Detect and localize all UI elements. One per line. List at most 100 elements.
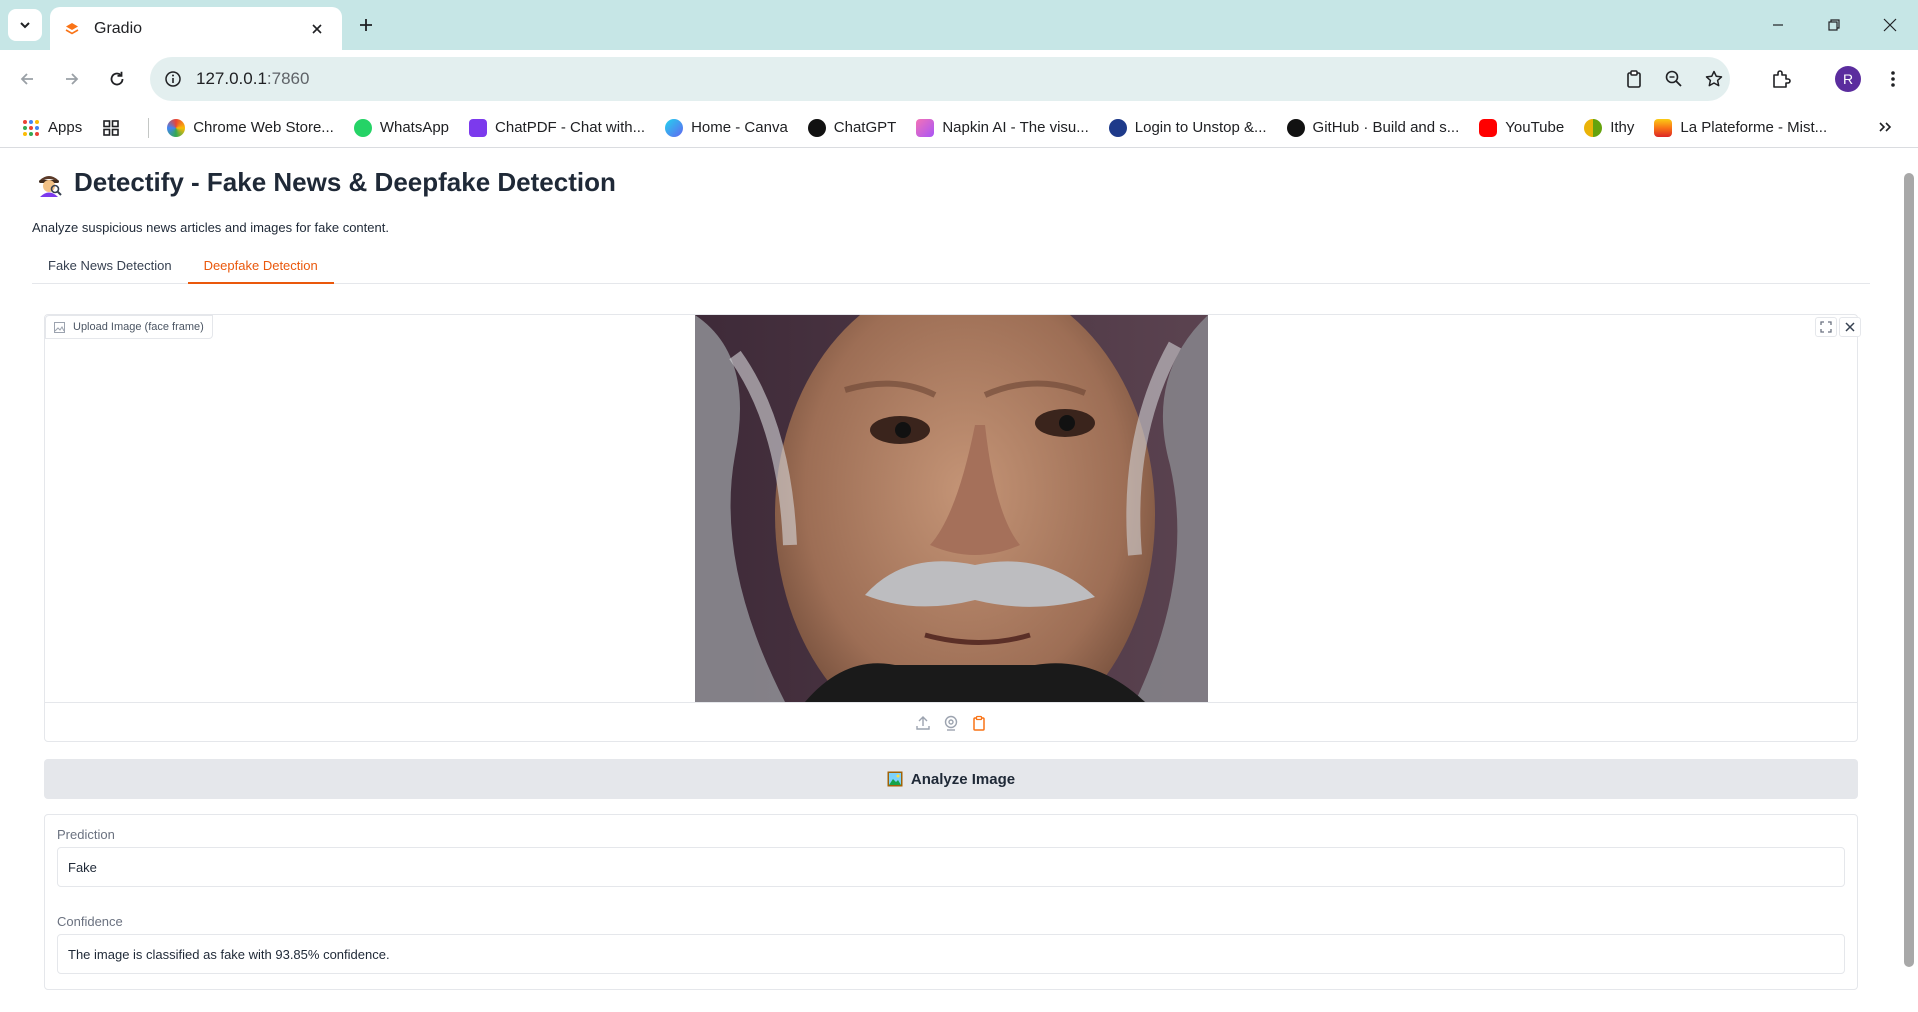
tab-deepfake-detection[interactable]: Deepfake Detection — [187, 248, 334, 284]
tab-close-button[interactable] — [306, 18, 328, 40]
bookmark-chatgpt[interactable]: ChatGPT — [807, 118, 897, 137]
gradio-app: Detectify - Fake News & Deepfake Detecti… — [0, 149, 1918, 1012]
page-scrollbar[interactable] — [1904, 173, 1914, 967]
bookmark-canva[interactable]: Home - Canva — [665, 118, 788, 137]
url-port: :7860 — [266, 69, 310, 88]
image-source-selector — [45, 702, 1857, 742]
bookmark-label: YouTube — [1505, 119, 1565, 136]
image-icon — [54, 321, 65, 333]
extensions-button[interactable] — [1764, 62, 1798, 96]
more-vert-icon — [1891, 71, 1895, 87]
clipboard-icon[interactable] — [1622, 67, 1646, 91]
results-panel: Prediction Fake Confidence The image is … — [44, 814, 1858, 990]
avatar: R — [1835, 66, 1861, 92]
bookmark-label: Login to Unstop &... — [1134, 119, 1267, 136]
bookmark-napkin[interactable]: Napkin AI - The visu... — [916, 118, 1089, 137]
ithy-icon — [1584, 118, 1603, 137]
url-text: 127.0.0.1:7860 — [196, 69, 309, 89]
bookmark-github[interactable]: GitHub · Build and s... — [1286, 118, 1460, 137]
close-icon — [1883, 18, 1897, 32]
bookmark-label: Apps — [48, 119, 83, 136]
framed-picture-icon — [887, 771, 903, 787]
analyze-button-label: Analyze Image — [910, 770, 1016, 788]
webcam-source-button[interactable] — [942, 714, 960, 732]
bookmark-unstop[interactable]: Login to Unstop &... — [1108, 118, 1267, 137]
bookmark-label: ChatGPT — [833, 119, 897, 136]
bookmark-mistral[interactable]: La Plateforme - Mist... — [1654, 118, 1828, 137]
fullscreen-icon — [1820, 321, 1832, 333]
image-upload-label-text: Upload Image (face frame) — [73, 321, 204, 333]
mistral-icon — [1654, 118, 1673, 137]
minimize-button[interactable] — [1750, 0, 1806, 50]
grid-icon — [103, 119, 120, 136]
uploaded-face-image — [695, 315, 1208, 702]
prediction-output[interactable]: Fake — [57, 847, 1845, 887]
apps-grid-icon — [23, 119, 39, 136]
plus-icon — [360, 19, 372, 31]
bookmark-chrome-web-store[interactable]: Chrome Web Store... — [167, 118, 334, 137]
page-title-text: Detectify - Fake News & Deepfake Detecti… — [74, 167, 616, 197]
youtube-icon — [1479, 118, 1498, 137]
upload-source-button[interactable] — [914, 714, 932, 732]
page-subtitle: Analyze suspicious news articles and ima… — [32, 220, 389, 235]
analyze-image-button[interactable]: Analyze Image — [44, 759, 1858, 799]
url-host: 127.0.0.1 — [196, 69, 267, 88]
detective-icon — [39, 175, 62, 197]
reload-button[interactable] — [100, 62, 134, 96]
prediction-label: Prediction — [57, 827, 115, 842]
tab-search-button[interactable] — [8, 9, 42, 41]
clear-image-button[interactable] — [1839, 317, 1861, 337]
browser-tab[interactable]: Gradio — [50, 7, 342, 50]
tab-bar: Fake News Detection Deepfake Detection — [32, 248, 1870, 284]
reload-icon — [110, 71, 124, 86]
forward-button[interactable] — [55, 62, 89, 96]
fullscreen-button[interactable] — [1815, 317, 1837, 337]
tab-groups-button[interactable] — [102, 119, 128, 137]
canva-icon — [665, 118, 684, 137]
whatsapp-icon — [353, 118, 372, 137]
unstop-icon — [1108, 118, 1127, 137]
bookmark-ithy[interactable]: Ithy — [1584, 118, 1635, 137]
chatpdf-icon — [469, 118, 488, 137]
close-icon — [312, 23, 322, 34]
confidence-label: Confidence — [57, 914, 123, 929]
bookmark-label: Home - Canva — [691, 119, 788, 136]
back-button[interactable] — [10, 62, 44, 96]
more-bookmarks-button[interactable] — [1878, 118, 1892, 139]
github-icon — [1286, 118, 1305, 137]
profile-button[interactable]: R — [1831, 62, 1865, 96]
restore-icon — [1828, 19, 1840, 31]
browser-tab-strip: Gradio — [0, 0, 1918, 50]
bookmark-label: Chrome Web Store... — [193, 119, 334, 136]
bookmark-label: WhatsApp — [379, 119, 450, 136]
bookmark-label: Napkin AI - The visu... — [942, 119, 1089, 136]
chatgpt-icon — [807, 118, 826, 137]
zoom-icon[interactable] — [1662, 67, 1686, 91]
address-bar[interactable]: 127.0.0.1:7860 — [150, 57, 1730, 101]
site-info-icon[interactable] — [164, 70, 182, 88]
restore-button[interactable] — [1806, 0, 1862, 50]
bookmark-apps[interactable]: Apps — [22, 119, 82, 137]
bookmark-whatsapp[interactable]: WhatsApp — [353, 118, 450, 137]
browser-menu-button[interactable] — [1876, 62, 1910, 96]
new-tab-button[interactable] — [352, 11, 380, 39]
puzzle-icon — [1773, 70, 1791, 88]
clipboard-source-button[interactable] — [970, 714, 988, 732]
bookmark-label: GitHub · Build and s... — [1312, 119, 1460, 136]
clipboard-icon — [973, 715, 985, 731]
image-upload-component[interactable]: Upload Image (face frame) — [44, 314, 1861, 742]
page-title: Detectify - Fake News & Deepfake Detecti… — [34, 167, 616, 198]
bookmark-label: La Plateforme - Mist... — [1680, 119, 1828, 136]
bookmark-label: ChatPDF - Chat with... — [495, 119, 646, 136]
close-window-button[interactable] — [1862, 0, 1918, 50]
back-arrow-icon — [20, 73, 33, 85]
bookmark-chatpdf[interactable]: ChatPDF - Chat with... — [469, 118, 646, 137]
tab-title: Gradio — [94, 19, 143, 37]
tab-fake-news-detection[interactable]: Fake News Detection — [32, 248, 188, 284]
image-upload-label: Upload Image (face frame) — [45, 315, 213, 339]
bookmark-divider — [148, 117, 150, 138]
bookmark-star-icon[interactable] — [1702, 67, 1726, 91]
confidence-output[interactable]: The image is classified as fake with 93.… — [57, 934, 1845, 974]
bookmark-youtube[interactable]: YouTube — [1479, 118, 1565, 137]
bookmark-label: Ithy — [1610, 119, 1635, 136]
